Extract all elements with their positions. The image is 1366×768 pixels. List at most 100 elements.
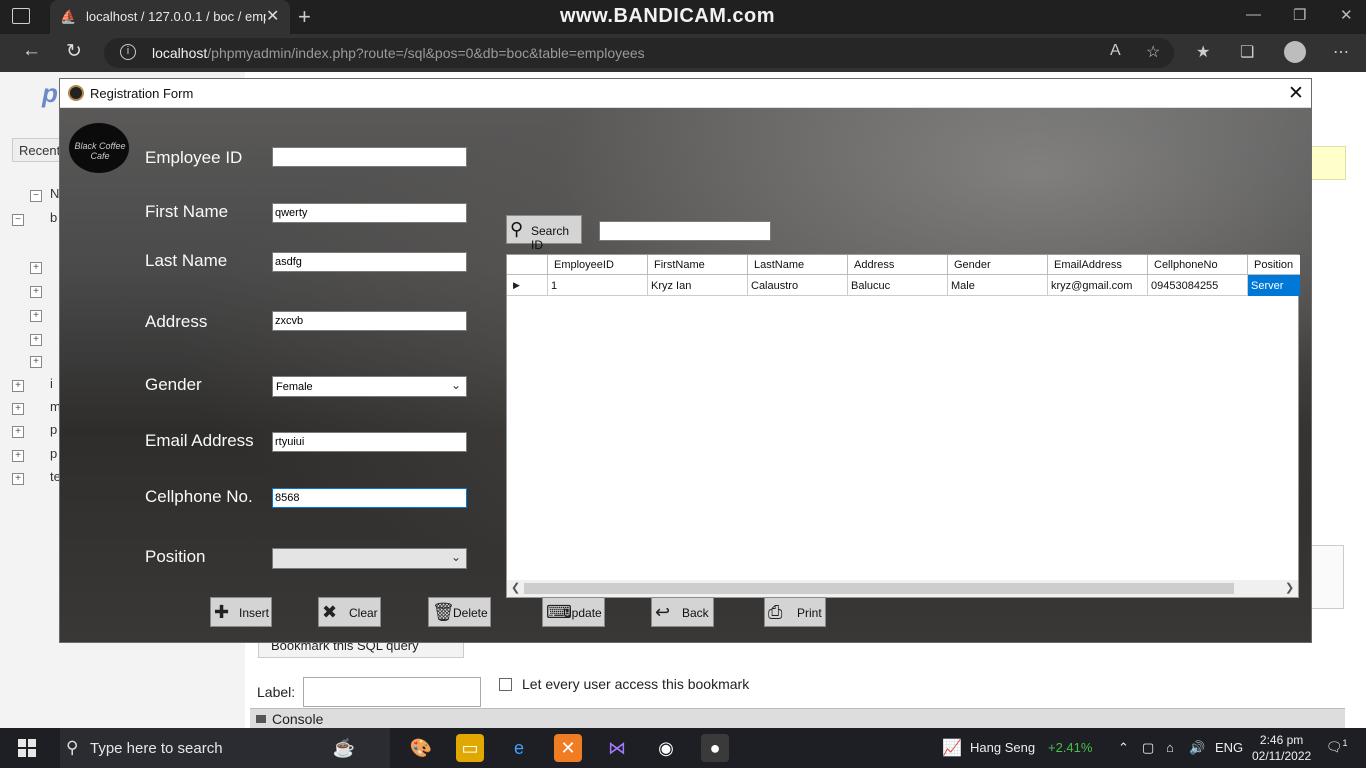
label-input[interactable] xyxy=(303,677,481,707)
tree-item[interactable]: − b xyxy=(12,210,57,228)
meet-now-icon[interactable]: ▢ xyxy=(1142,740,1154,756)
back-button[interactable]: ↩ Back xyxy=(651,597,714,627)
employee-id-input[interactable] xyxy=(272,147,467,167)
url-host: localhost xyxy=(152,45,208,61)
tree-item[interactable]: + te xyxy=(12,469,61,487)
dialog-body: Black Coffee Cafe Employee ID First Name… xyxy=(60,108,1311,642)
tree-item[interactable]: + i xyxy=(12,376,53,394)
read-aloud-icon[interactable]: A xyxy=(1110,42,1121,60)
tree-item[interactable]: + xyxy=(30,306,50,324)
console-toggle[interactable]: Console xyxy=(250,708,1345,728)
row-header-corner xyxy=(507,255,548,275)
email-label: Email Address xyxy=(145,431,254,450)
table-cell[interactable]: Male xyxy=(948,275,1048,296)
minimize-icon[interactable]: — xyxy=(1246,6,1261,23)
share-bookmark-label: Let every user access this bookmark xyxy=(522,676,750,692)
tab-actions-icon[interactable] xyxy=(12,8,30,24)
paint-icon[interactable]: 🎨 xyxy=(407,734,435,762)
update-button[interactable]: ⌨ Update xyxy=(542,597,605,627)
registration-app-icon[interactable]: ● xyxy=(701,734,729,762)
column-header[interactable]: EmailAddress xyxy=(1048,255,1148,275)
visual-studio-icon[interactable]: ⋈ xyxy=(603,734,631,762)
recorder-watermark: www.BANDICAM.com xyxy=(560,5,776,27)
table-cell[interactable]: Balucuc xyxy=(848,275,948,296)
edge-browser-icon[interactable]: e xyxy=(505,734,533,762)
table-cell[interactable]: kryz@gmail.com xyxy=(1048,275,1148,296)
share-bookmark-checkbox[interactable] xyxy=(499,678,512,691)
new-tab-icon[interactable]: + xyxy=(298,4,311,30)
close-window-icon[interactable]: ✕ xyxy=(1340,6,1353,24)
profile-avatar[interactable] xyxy=(1284,41,1306,63)
taskbar-search-placeholder: Type here to search xyxy=(90,740,223,757)
maximize-icon[interactable]: ❐ xyxy=(1293,6,1306,24)
tree-item[interactable]: + xyxy=(30,352,50,370)
close-tab-icon[interactable]: ✕ xyxy=(266,6,279,26)
plus-icon: ✚ xyxy=(214,602,230,622)
address-input[interactable]: zxcvb xyxy=(272,311,467,331)
tree-item[interactable]: − N xyxy=(30,186,59,204)
print-button[interactable]: ⎙ Print xyxy=(764,597,826,627)
column-header[interactable]: CellphoneNo xyxy=(1148,255,1248,275)
table-cell[interactable]: Kryz Ian xyxy=(648,275,748,296)
more-menu-icon[interactable]: ⋯ xyxy=(1333,42,1349,62)
table-cell[interactable]: 1 xyxy=(548,275,648,296)
tree-item[interactable]: + xyxy=(30,258,50,276)
tree-item[interactable]: + p xyxy=(12,422,57,440)
delete-button[interactable]: 🗑 Delete xyxy=(428,597,491,627)
refresh-icon[interactable]: ↻ xyxy=(66,40,82,63)
notifications-icon[interactable]: 🗨1 xyxy=(1326,738,1348,755)
network-icon[interactable]: ⌂ xyxy=(1166,740,1174,755)
tree-item[interactable]: + xyxy=(30,282,50,300)
tray-chevron-icon[interactable]: ⌃ xyxy=(1118,740,1129,756)
clear-button[interactable]: ✖ Clear xyxy=(318,597,381,627)
row-selector[interactable]: ▶ xyxy=(507,275,548,296)
xampp-icon[interactable]: ✕ xyxy=(554,734,582,762)
close-icon[interactable]: ✕ xyxy=(1288,82,1304,105)
email-input[interactable]: rtyuiui xyxy=(272,432,467,452)
tree-item[interactable]: + xyxy=(30,330,50,348)
media-player-icon[interactable]: ◉ xyxy=(652,734,680,762)
column-header[interactable]: FirstName xyxy=(648,255,748,275)
site-info-icon[interactable]: i xyxy=(120,44,136,60)
tree-item[interactable]: + p xyxy=(12,446,57,464)
favorite-add-icon[interactable]: ☆ xyxy=(1146,42,1160,62)
first-name-label: First Name xyxy=(145,202,229,221)
first-name-input[interactable]: qwerty xyxy=(272,203,467,223)
favorites-icon[interactable]: ★ xyxy=(1196,42,1210,62)
chevron-down-icon: ⌄ xyxy=(450,550,461,564)
column-header[interactable]: Position xyxy=(1248,255,1300,275)
tree-item[interactable]: + m xyxy=(12,399,61,417)
search-id-button[interactable]: ⚲ Search ID xyxy=(506,215,582,252)
horizontal-scrollbar[interactable]: ❮ ❯ xyxy=(507,580,1298,597)
scrollbar-thumb[interactable] xyxy=(524,583,1234,594)
insert-button[interactable]: ✚ Insert xyxy=(210,597,272,627)
collections-icon[interactable]: ❏ xyxy=(1240,42,1254,62)
table-cell[interactable]: 09453084255 xyxy=(1148,275,1248,296)
language-indicator[interactable]: ENG xyxy=(1215,740,1243,755)
scroll-left-icon[interactable]: ❮ xyxy=(511,581,520,594)
position-select[interactable]: ⌄ xyxy=(272,548,467,569)
back-icon[interactable]: ← xyxy=(22,40,41,62)
volume-icon[interactable]: 🔊 xyxy=(1189,740,1205,756)
last-name-input[interactable]: asdfg xyxy=(272,252,467,272)
clock[interactable]: 2:46 pm 02/11/2022 xyxy=(1252,732,1311,764)
column-header[interactable]: Gender xyxy=(948,255,1048,275)
column-header[interactable]: EmployeeID xyxy=(548,255,648,275)
file-explorer-icon[interactable]: ▭ xyxy=(456,734,484,762)
stock-change: +2.41% xyxy=(1048,740,1093,755)
scroll-right-icon[interactable]: ❯ xyxy=(1285,581,1294,594)
gender-select[interactable]: Female ⌄ xyxy=(272,376,467,397)
table-row[interactable]: ▶ 1 Kryz Ian Calaustro Balucuc Male kryz… xyxy=(507,275,1300,296)
employees-grid[interactable]: EmployeeID FirstName LastName Address Ge… xyxy=(506,254,1300,598)
browser-tab[interactable]: ⛵ localhost / 127.0.0.1 / boc / emp ✕ xyxy=(50,0,290,34)
cellphone-input[interactable]: 8568 xyxy=(272,488,467,508)
search-id-input[interactable] xyxy=(599,221,771,241)
column-header[interactable]: Address xyxy=(848,255,948,275)
windows-start-icon[interactable] xyxy=(18,739,36,757)
table-cell[interactable]: Calaustro xyxy=(748,275,848,296)
coffee-widget-icon[interactable]: ☕ xyxy=(330,734,358,762)
stock-name[interactable]: Hang Seng xyxy=(970,740,1035,755)
column-header[interactable]: LastName xyxy=(748,255,848,275)
url-field[interactable]: i localhost/phpmyadmin/index.php?route=/… xyxy=(104,38,1174,68)
table-cell-selected[interactable]: Server xyxy=(1248,275,1300,296)
